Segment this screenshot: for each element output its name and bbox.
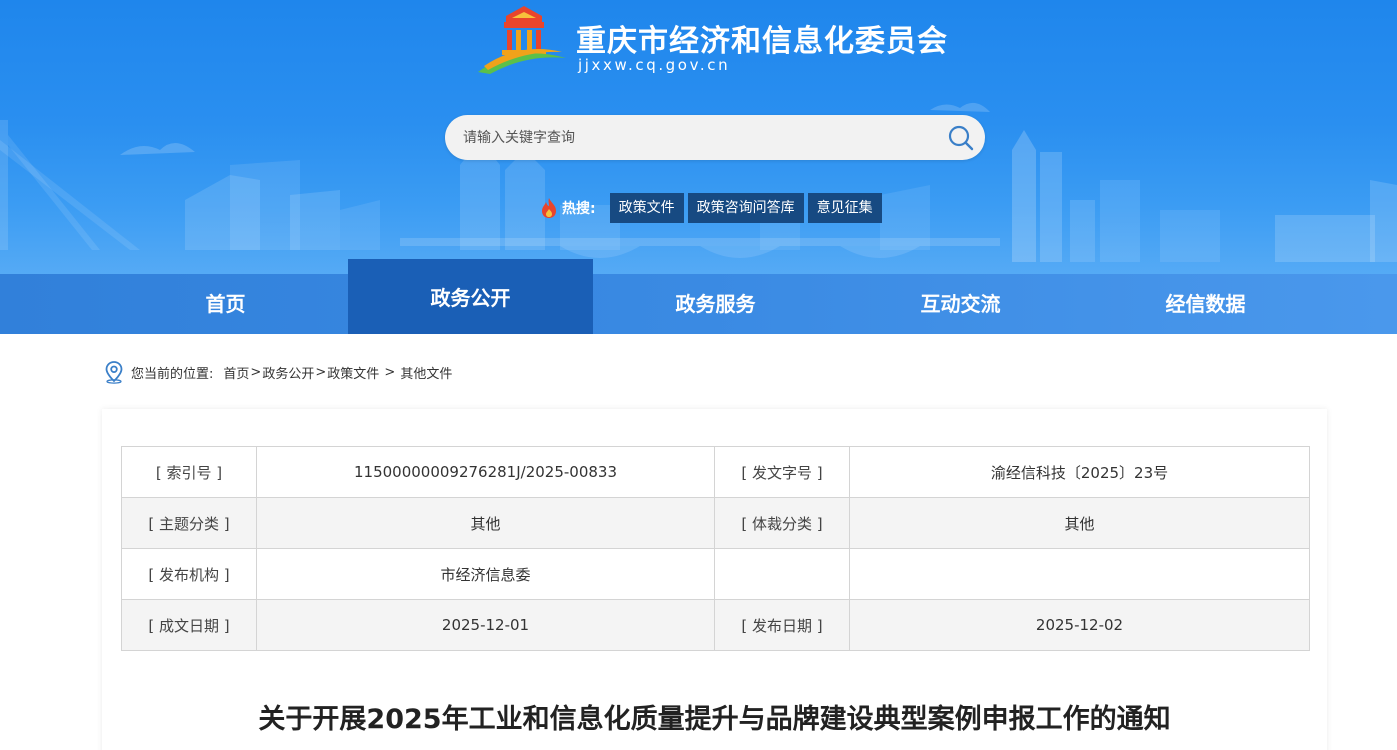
nav-item-home[interactable]: 首页 [103, 274, 348, 334]
topic-category-label: [ 主题分类 ] [121, 497, 257, 549]
index-number-label: [ 索引号 ] [121, 446, 257, 498]
document-number-label: [ 发文字号 ] [714, 446, 850, 498]
search-input[interactable] [463, 115, 933, 160]
document-title: 关于开展2025年工业和信息化质量提升与品牌建设典型案例申报工作的通知 [258, 704, 1171, 735]
nav-item-government-affairs-disclosure[interactable]: 政务公开 [348, 259, 593, 334]
written-date-label: [ 成文日期 ] [121, 599, 257, 651]
hot-search-row: 热搜: 政策文件 政策咨询问答库 意见征集 [540, 193, 886, 223]
table-row: [ 主题分类 ] 其他 [ 体裁分类 ] 其他 [121, 497, 1310, 549]
genre-category-label: [ 体裁分类 ] [714, 497, 850, 549]
table-row: [ 发布机构 ] 市经济信息委 [121, 548, 1310, 600]
table-row: [ 索引号 ] 11500000009276281J/2025-00833 [ … [121, 446, 1310, 498]
breadcrumb-home[interactable]: 首页 [223, 363, 249, 382]
publish-date-value: 2025-12-02 [849, 599, 1310, 651]
breadcrumb-other-docs[interactable]: 其他文件 [400, 363, 452, 382]
topic-category-value: 其他 [256, 497, 715, 549]
breadcrumb-separator: > [250, 364, 262, 380]
breadcrumb-prefix: 您当前的位置: [131, 366, 214, 382]
document-number-value: 渝经信科技〔2025〕23号 [849, 446, 1310, 498]
breadcrumb-government-affairs[interactable]: 政务公开 [262, 363, 314, 382]
main-nav: 首页 政务公开 政务服务 互动交流 经信数据 [0, 259, 1397, 334]
breadcrumb-separator: > [315, 364, 327, 380]
written-date-value: 2025-12-01 [256, 599, 715, 651]
site-header: 重庆市经济和信息化委员会 jjxxw.cq.gov.cn 热搜: 政策文件 政策… [0, 0, 1397, 274]
publish-date-label: [ 发布日期 ] [714, 599, 850, 651]
publishing-agency-value: 市经济信息委 [256, 548, 715, 600]
breadcrumb-policy-docs[interactable]: 政策文件 [327, 363, 379, 382]
document-card: [ 索引号 ] 11500000009276281J/2025-00833 [ … [102, 409, 1327, 750]
site-domain: jjxxw.cq.gov.cn [578, 56, 731, 74]
nav-item-interaction[interactable]: 互动交流 [838, 274, 1083, 334]
nav-item-government-services[interactable]: 政务服务 [593, 274, 838, 334]
site-logo[interactable]: 重庆市经济和信息化委员会 jjxxw.cq.gov.cn [476, 4, 976, 80]
index-number-value: 11500000009276281J/2025-00833 [256, 446, 715, 498]
search-bar [445, 115, 985, 160]
search-icon[interactable] [947, 124, 975, 152]
hot-tag-policy-qa[interactable]: 政策咨询问答库 [687, 193, 804, 223]
hot-tag-policy-docs[interactable]: 政策文件 [609, 193, 684, 223]
location-pin-icon [105, 361, 123, 384]
hot-search-label: 热搜: [562, 201, 596, 217]
table-row: [ 成文日期 ] 2025-12-01 [ 发布日期 ] 2025-12-02 [121, 599, 1310, 651]
site-title: 重庆市经济和信息化委员会 [576, 24, 948, 59]
document-info-table: [ 索引号 ] 11500000009276281J/2025-00833 [ … [121, 446, 1310, 651]
hot-tag-opinion-collection[interactable]: 意见征集 [807, 193, 882, 223]
government-emblem-icon [478, 6, 566, 74]
nav-item-data[interactable]: 经信数据 [1083, 274, 1328, 334]
genre-category-value: 其他 [849, 497, 1310, 549]
breadcrumb-separator: > [380, 364, 400, 380]
publishing-agency-label: [ 发布机构 ] [121, 548, 257, 600]
empty-label [714, 548, 850, 600]
empty-value [849, 548, 1310, 600]
fire-icon [542, 198, 556, 218]
breadcrumb: 您当前的位置: 首页 > 政务公开 > 政策文件 > 其他文件 [103, 360, 452, 384]
